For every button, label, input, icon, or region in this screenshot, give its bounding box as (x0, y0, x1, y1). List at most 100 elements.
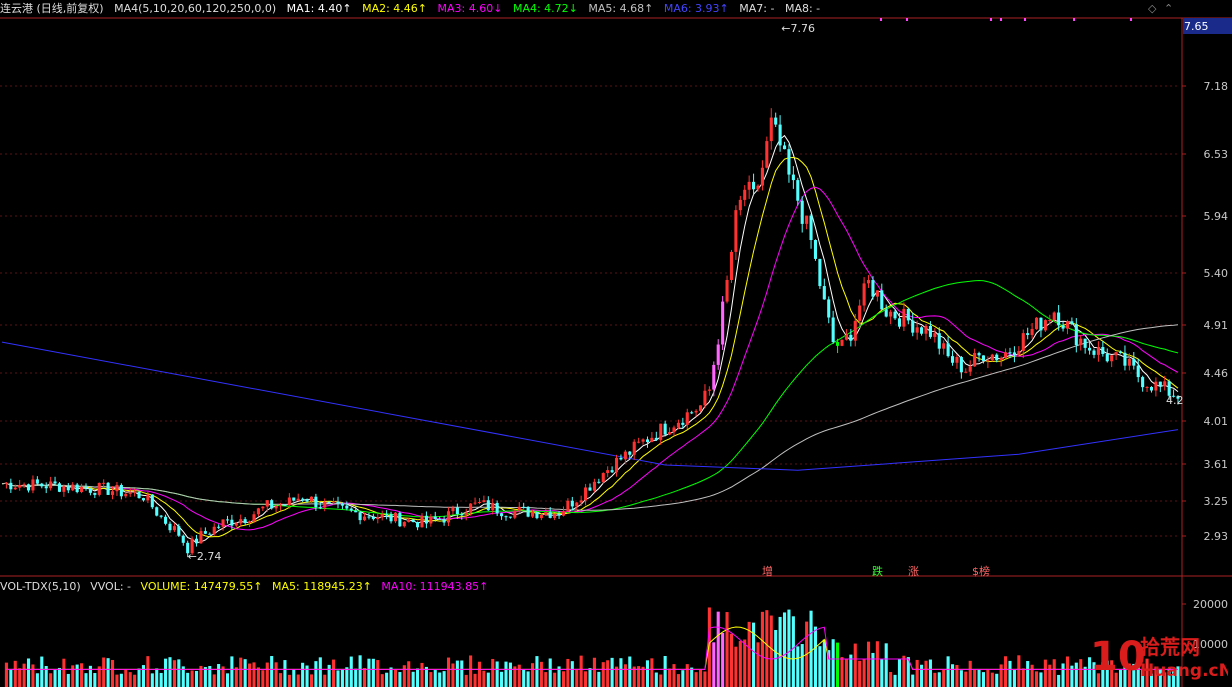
candle-body (327, 501, 331, 503)
candle-body (318, 507, 322, 509)
candle-body (477, 502, 482, 504)
candle-body (323, 501, 327, 508)
event-marker: $榜 (972, 564, 990, 578)
candle-body (566, 500, 570, 512)
candle-body (933, 333, 937, 337)
candle-body (1004, 352, 1008, 358)
candle-body (557, 513, 561, 516)
volume-bar (650, 658, 654, 687)
candle-body (371, 516, 375, 520)
volume-bar (959, 670, 963, 687)
candle-body (362, 516, 367, 521)
candle-body (1105, 353, 1109, 362)
candle-body (866, 280, 871, 284)
volume-bar (902, 655, 906, 687)
volume-bar (809, 610, 813, 687)
price-tick-label: 4.46 (1204, 367, 1229, 380)
candle-body (199, 531, 203, 544)
volume-bar (592, 657, 596, 687)
volume-bar (398, 672, 402, 687)
candle-body (1074, 324, 1078, 346)
candle-body (97, 482, 101, 495)
candle-body (588, 487, 592, 491)
volume-bar (831, 639, 835, 687)
volume-bar (738, 641, 742, 687)
volume-bar (778, 616, 782, 687)
candle-body (265, 500, 269, 507)
candle-body (500, 513, 504, 517)
volume-bar (782, 612, 787, 687)
candle-body (645, 439, 650, 443)
candle-body (805, 215, 809, 224)
candle-body (150, 494, 154, 508)
candle-body (778, 124, 782, 146)
volume-bar (813, 626, 818, 687)
candle-body (110, 491, 115, 495)
volume-bar (858, 660, 862, 687)
vol-tick-label: 20000 (1193, 598, 1228, 611)
volume-bar (1017, 655, 1021, 687)
candle-body (133, 491, 137, 493)
volume-bar (933, 672, 937, 687)
candle-body (495, 502, 499, 514)
candle-body (827, 299, 831, 318)
candle-body (703, 390, 707, 406)
candle-body (1048, 320, 1052, 322)
kline-chart[interactable]: 7.18 6.53 5.94 5.40 4.91 4.46 4.01 3.61 3.25 2.93… (0, 0, 1232, 687)
volume-bar (623, 664, 627, 687)
volume-bar (1004, 656, 1008, 687)
volume-bar (252, 662, 256, 687)
candle-body (26, 484, 31, 491)
candle-body (862, 283, 866, 306)
candle-body (535, 512, 539, 519)
volume-bar (358, 655, 362, 687)
candle-body (685, 412, 689, 425)
candle-body (13, 487, 17, 490)
candle-body (858, 305, 862, 321)
volume-bar (721, 633, 725, 687)
candle-body (482, 500, 486, 503)
candle-body (1127, 358, 1131, 366)
ma-line-5 (1, 324, 1179, 511)
candle-body (548, 512, 552, 518)
candle-body (1061, 325, 1065, 329)
price-tick-label: 3.61 (1204, 458, 1229, 471)
volume-bar (168, 657, 172, 687)
volume-bar (119, 673, 123, 687)
volume-bar (265, 662, 269, 687)
candle-body (721, 301, 725, 345)
candle-body (809, 215, 813, 241)
volume-bar (884, 643, 888, 687)
volume-bar (539, 661, 543, 687)
candle-body (1034, 317, 1039, 329)
volume-bar (875, 641, 879, 687)
candle-body (194, 538, 199, 544)
volume-bar (659, 674, 663, 687)
volume-bar (155, 668, 159, 687)
candle-body (623, 451, 627, 460)
candle-body (614, 457, 619, 473)
candle-body (822, 286, 826, 300)
candle-body (579, 500, 583, 503)
volume-bar (663, 655, 667, 687)
candle-body (1043, 320, 1047, 331)
candle-body (844, 334, 848, 340)
candle-body (725, 279, 729, 302)
volume-bar (57, 667, 62, 687)
candle-body (93, 492, 97, 495)
candle-body (469, 503, 473, 513)
volume-bar (597, 671, 601, 687)
candle-body (946, 343, 950, 357)
low-price-label: ←2.74 (188, 550, 222, 563)
candle-body (9, 482, 13, 490)
volume-bar (866, 641, 871, 687)
candle-body (698, 405, 703, 411)
candle-body (309, 496, 314, 502)
candle-body (765, 141, 769, 168)
volume-bar (106, 658, 110, 687)
candle-body (159, 515, 163, 517)
candle-body (517, 506, 521, 511)
volume-bar (31, 664, 35, 687)
volume-bar (999, 664, 1003, 687)
candle-body (632, 441, 636, 455)
